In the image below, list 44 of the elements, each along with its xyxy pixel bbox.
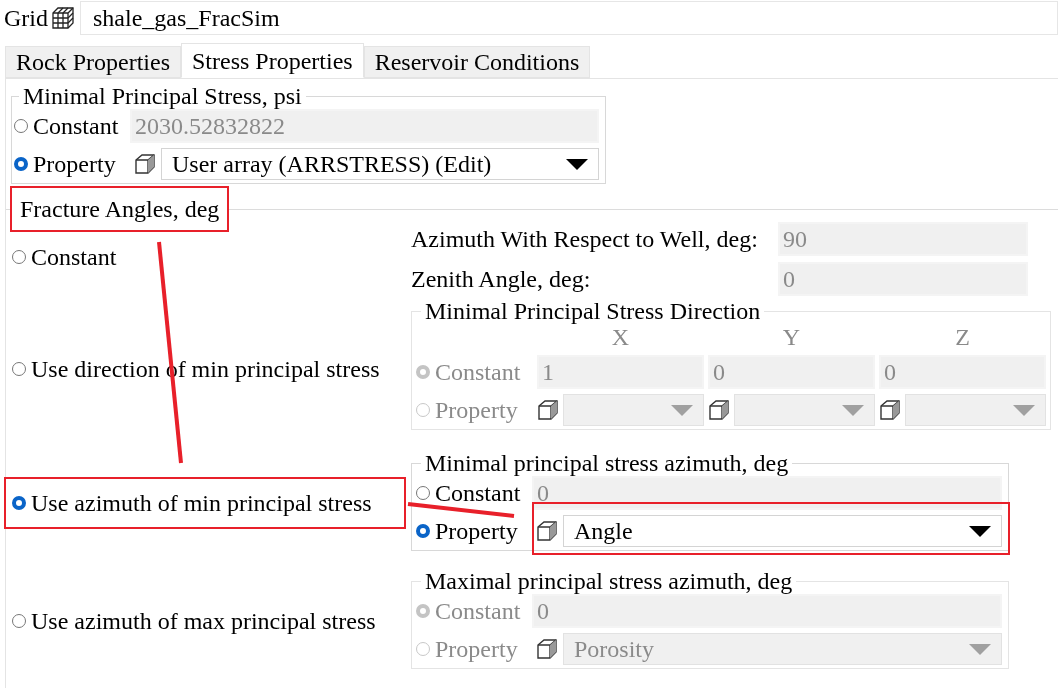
cube-icon (708, 399, 730, 421)
caret-icon (969, 643, 991, 655)
caret-icon (1013, 404, 1035, 416)
grid-name-field[interactable]: shale_gas_FracSim (80, 1, 1058, 35)
tab[interactable]: Stress Properties (181, 43, 364, 78)
tab[interactable]: Reservoir Conditions (363, 46, 591, 78)
caret-icon (671, 404, 693, 416)
field-label: Azimuth With Respect to Well, deg: (410, 225, 759, 254)
radio-button[interactable] (14, 157, 28, 171)
cube-icon (134, 153, 156, 175)
dropdown[interactable]: User array (ARRSTRESS) (Edit) (161, 148, 599, 180)
radio-button[interactable] (12, 250, 26, 264)
column-header: Z (954, 324, 971, 350)
dropdown[interactable]: Angle (563, 515, 1002, 547)
group-title: Minimal Principal Stress, psi (22, 83, 303, 109)
grid-cube-icon (51, 6, 75, 30)
radio-button[interactable] (416, 486, 430, 500)
group-title: Minimal principal stress azimuth, deg (424, 450, 790, 476)
radio-button[interactable] (14, 119, 28, 133)
cube-icon (536, 638, 558, 660)
radio-label[interactable]: Constant (435, 478, 521, 508)
radio-label[interactable]: Use azimuth of max principal stress (31, 606, 376, 636)
field-label: Zenith Angle, deg: (410, 265, 592, 294)
radio-label[interactable]: Property (435, 516, 518, 546)
tab[interactable]: Rock Properties (5, 46, 181, 78)
cube-icon (537, 399, 559, 421)
group-title: Minimal Principal Stress Direction (424, 298, 762, 324)
radio-button[interactable] (12, 614, 26, 628)
grid-label: Grid (4, 4, 48, 33)
group-title: Maximal principal stress azimuth, deg (424, 568, 794, 594)
column-header: X (610, 324, 631, 350)
radio-button[interactable] (12, 496, 26, 510)
caret-icon (969, 525, 991, 537)
radio-label[interactable]: Use azimuth of min principal stress (31, 488, 372, 518)
cube-icon (879, 399, 901, 421)
radio-label[interactable]: Constant (31, 242, 117, 272)
radio-button[interactable] (416, 524, 430, 538)
radio-label[interactable]: Property (33, 149, 116, 179)
cube-icon (536, 520, 558, 542)
radio-label[interactable]: Constant (33, 111, 119, 141)
radio-button[interactable] (12, 362, 26, 376)
caret-icon (566, 158, 588, 170)
column-header: Y (781, 324, 802, 350)
caret-icon (842, 404, 864, 416)
